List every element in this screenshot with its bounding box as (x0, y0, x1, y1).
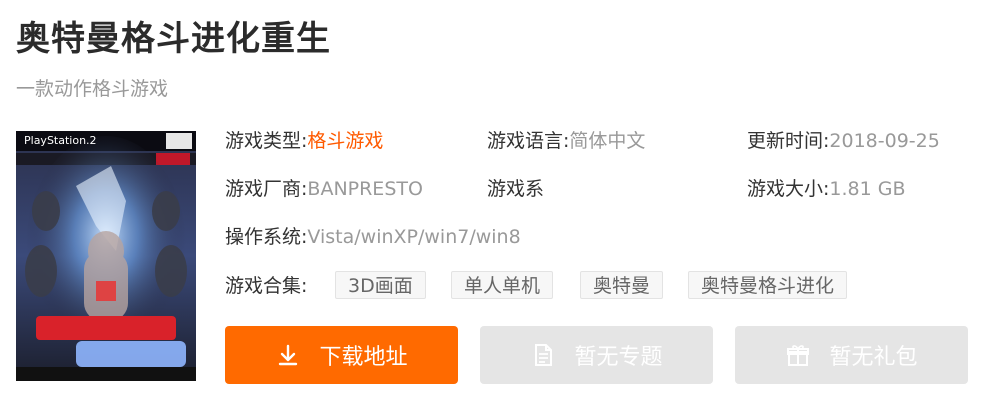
meta-series-label: 游戏系 (487, 178, 545, 200)
collection-tag-3d[interactable]: 3D画面 (335, 271, 426, 299)
meta-os-label: 操作系统: (225, 226, 308, 248)
game-title: 奥特曼格斗进化重生 (16, 19, 331, 59)
meta-language-value: 简体中文 (569, 130, 646, 152)
meta-language: 游戏语言:简体中文 (487, 126, 645, 156)
collection-tag-single-player[interactable]: 单人单机 (451, 271, 554, 299)
meta-os: 操作系统:Vista/winXP/win7/win8 (225, 222, 521, 252)
meta-vendor-value: BANPRESTO (307, 178, 423, 200)
gift-button[interactable]: 暂无礼包 (735, 326, 968, 384)
meta-updated: 更新时间:2018-09-25 (747, 126, 940, 156)
game-cover-image[interactable]: PlayStation.2 (16, 131, 196, 381)
game-subtitle: 一款动作格斗游戏 (16, 78, 169, 100)
meta-language-label: 游戏语言: (487, 130, 570, 152)
meta-type-link[interactable]: 格斗游戏 (307, 130, 383, 152)
meta-size: 游戏大小:1.81 GB (747, 174, 906, 204)
meta-os-value: Vista/winXP/win7/win8 (307, 226, 521, 248)
meta-vendor: 游戏厂商:BANPRESTO (225, 174, 423, 204)
meta-vendor-label: 游戏厂商: (225, 178, 308, 200)
collection-label: 游戏合集: (225, 275, 308, 297)
meta-updated-label: 更新时间: (747, 130, 830, 152)
gift-button-label: 暂无礼包 (829, 345, 918, 370)
topic-button-label: 暂无专题 (574, 345, 663, 370)
meta-type: 游戏类型:格斗游戏 (225, 126, 383, 156)
meta-updated-value: 2018-09-25 (829, 130, 940, 152)
collection-tag-ultraman[interactable]: 奥特曼 (580, 271, 664, 299)
meta-type-label: 游戏类型: (225, 130, 308, 152)
document-icon (530, 342, 556, 368)
meta-size-label: 游戏大小: (747, 178, 830, 200)
topic-button[interactable]: 暂无专题 (480, 326, 713, 384)
download-icon (275, 342, 301, 368)
meta-size-value: 1.81 GB (829, 178, 906, 200)
download-button-label: 下载地址 (319, 345, 408, 370)
cover-platform-text: PlayStation.2 (24, 134, 97, 147)
download-button[interactable]: 下载地址 (225, 326, 458, 384)
collection-tag-ultraman-fighting[interactable]: 奥特曼格斗进化 (688, 271, 848, 299)
gift-icon (785, 342, 811, 368)
meta-series: 游戏系 (487, 174, 544, 204)
